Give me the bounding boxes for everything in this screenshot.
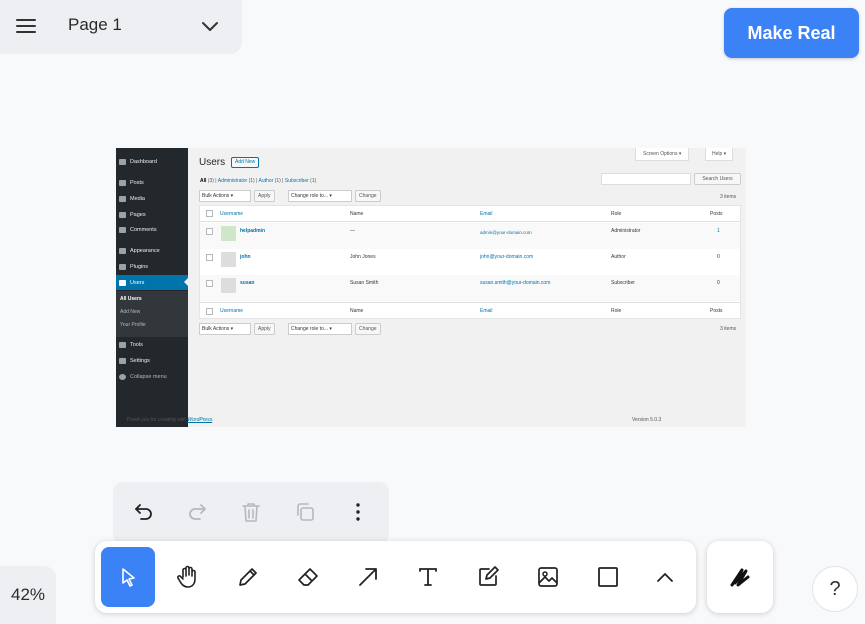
table-row: helpadmin — admin@your-domain.com Admini… [200, 223, 740, 249]
row-checkbox [206, 280, 213, 287]
make-real-button[interactable]: Make Real [724, 8, 859, 58]
wp-change-role-select-bottom: Change role to... ▾ [288, 323, 352, 335]
wp-bulk-actions-select-bottom: Bulk Actions ▾ [199, 323, 251, 335]
help-button[interactable]: ? [812, 566, 858, 612]
hand-icon[interactable] [161, 547, 215, 607]
select-all-checkbox [206, 308, 213, 315]
eraser-icon[interactable] [281, 547, 335, 607]
wp-items-count-bottom: 3 items [720, 326, 737, 332]
tool-bar [95, 541, 696, 613]
wp-sidebar-item-comments: Comments [116, 223, 188, 236]
wp-role-filters: All (3) | Administrator (1) | Author (1)… [200, 178, 317, 184]
wp-subitem-add-new: Add New [120, 309, 141, 315]
avatar [221, 226, 236, 241]
note-icon[interactable] [461, 547, 515, 607]
wp-submenu: All Users Add New Your Profile [116, 291, 188, 337]
wp-screen-options: Screen Options ▾ [635, 148, 690, 161]
wp-change-role-select: Change role to... ▾ [288, 190, 352, 202]
wp-apply-button: Apply [254, 190, 275, 202]
wp-version: Version 5.0.3 [632, 417, 662, 423]
table-footer: Username Name Email Role Posts [200, 302, 740, 319]
image-icon[interactable] [521, 547, 575, 607]
page-name[interactable]: Page 1 [68, 15, 122, 35]
wp-sidebar-item-users: Users [116, 275, 188, 290]
wp-search-button: Search Users [694, 173, 741, 185]
wp-footer: Thank you for creating with WordPress. [126, 417, 214, 423]
undo-icon[interactable] [128, 496, 160, 528]
wp-users-table: Username Name Email Role Posts helpadmin… [199, 205, 741, 319]
wp-change-button-bottom: Change [355, 323, 381, 335]
select-all-checkbox [206, 210, 213, 217]
chevron-down-icon[interactable] [196, 12, 224, 40]
wp-sidebar-item-appearance: Appearance [116, 244, 188, 257]
settings-icon [119, 357, 126, 364]
wp-items-count: 3 items [720, 194, 737, 200]
text-icon[interactable] [401, 547, 455, 607]
wp-add-new-button: Add New [231, 157, 260, 168]
wp-subitem-all-users: All Users [120, 296, 142, 302]
wp-sidebar-item-plugins: Plugins [116, 260, 188, 273]
wp-sidebar-item-posts: Posts [116, 176, 188, 189]
wp-sidebar-item-tools: Tools [116, 338, 188, 351]
avatar [221, 278, 236, 293]
wp-change-button: Change [355, 190, 381, 202]
hamburger-menu-icon[interactable] [10, 12, 42, 40]
row-checkbox [206, 254, 213, 261]
wp-sidebar-item-settings: Settings [116, 354, 188, 367]
pages-icon [119, 211, 126, 218]
collapse-icon [119, 373, 126, 380]
row-checkbox [206, 228, 213, 235]
scribble-icon[interactable] [707, 541, 773, 613]
wp-sidebar-item-pages: Pages [116, 208, 188, 221]
duplicate-icon[interactable] [289, 496, 321, 528]
wp-subitem-your-profile: Your Profile [120, 322, 146, 328]
media-icon [119, 195, 126, 202]
comment-icon [119, 226, 126, 233]
pencil-icon[interactable] [221, 547, 275, 607]
wp-apply-button-bottom: Apply [254, 323, 275, 335]
table-row: john John Jones john@your-domain.com Aut… [200, 249, 740, 275]
wp-sidebar-item-dashboard: Dashboard [116, 155, 188, 168]
table-row: susan Susan Smith susan.smith@your-domai… [200, 275, 740, 301]
dashboard-icon [119, 158, 126, 165]
wp-bulk-actions-select: Bulk Actions ▾ [199, 190, 251, 202]
delete-icon[interactable] [235, 496, 267, 528]
wp-help: Help ▾ [705, 148, 734, 161]
select-icon[interactable] [101, 547, 155, 607]
plugin-icon [119, 263, 126, 270]
wrench-icon [119, 341, 126, 348]
wp-main: Users Add New Screen Options ▾ Help ▾ Al… [188, 148, 746, 427]
embedded-screenshot[interactable]: Dashboard Posts Media Pages Comments App… [116, 148, 746, 427]
wp-sidebar-item-media: Media [116, 192, 188, 205]
wp-page-title: Users [199, 157, 226, 168]
table-header: Username Name Email Role Posts [200, 206, 740, 222]
avatar [221, 252, 236, 267]
rectangle-icon[interactable] [581, 547, 635, 607]
brush-icon [119, 247, 126, 254]
pin-icon [119, 179, 126, 186]
wp-sidebar-item-collapse: Collapse menu [116, 370, 188, 383]
zoom-level[interactable]: 42% [0, 566, 56, 624]
page-menu: Page 1 [0, 0, 242, 54]
wp-sidebar: Dashboard Posts Media Pages Comments App… [116, 148, 188, 427]
wp-search-input [601, 173, 691, 185]
arrow-icon[interactable] [341, 547, 395, 607]
redo-icon[interactable] [181, 496, 213, 528]
action-toolbar [113, 482, 389, 544]
more-icon[interactable] [342, 496, 374, 528]
user-icon [119, 279, 126, 286]
chevron-up-icon[interactable] [638, 547, 692, 607]
